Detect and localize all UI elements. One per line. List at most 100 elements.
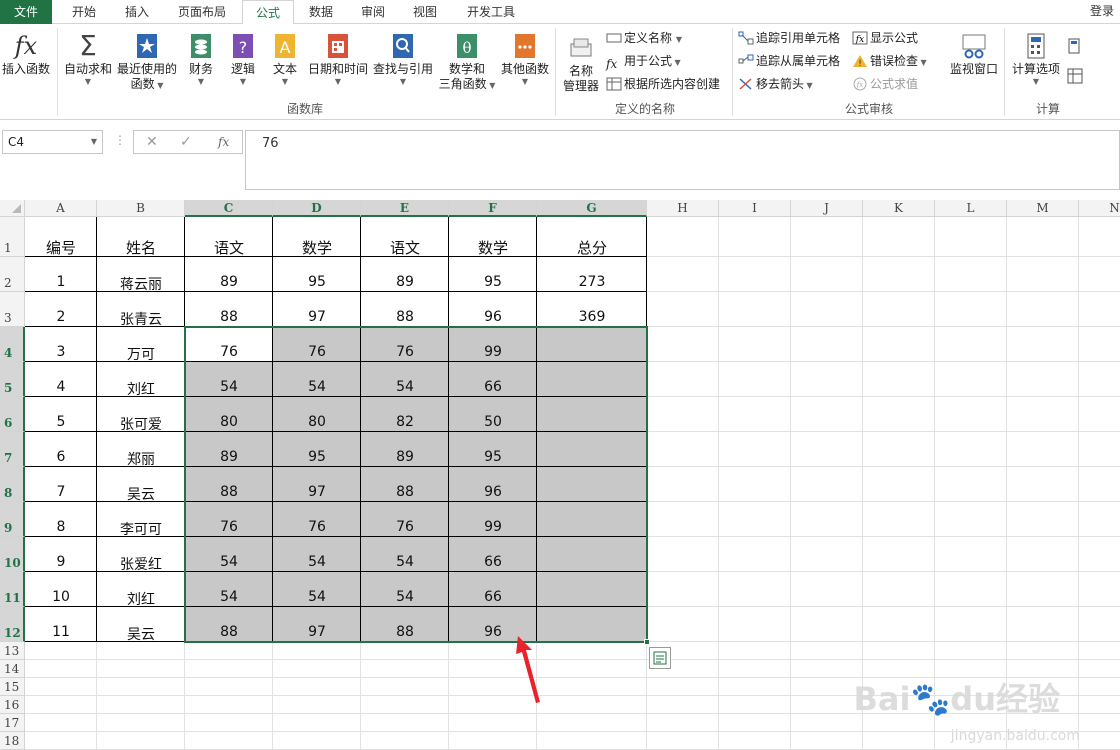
- column-header-d[interactable]: D: [273, 200, 361, 217]
- name-box[interactable]: C4 ▼: [2, 130, 103, 154]
- table-cell[interactable]: 吴云: [97, 484, 185, 504]
- other-functions-button[interactable]: 其他函数 ▼: [498, 32, 552, 86]
- table-cell[interactable]: 刘红: [97, 379, 185, 399]
- row-header-6[interactable]: 6: [0, 397, 25, 432]
- row-header-11[interactable]: 11: [0, 572, 25, 607]
- tab-view[interactable]: 视图: [402, 0, 448, 24]
- row-header-3[interactable]: 3: [0, 292, 25, 327]
- tab-formulas[interactable]: 公式: [242, 0, 294, 25]
- row-header-1[interactable]: 1: [0, 217, 25, 257]
- autosum-button[interactable]: Σ 自动求和 ▼: [62, 32, 114, 87]
- table-cell[interactable]: 8: [25, 519, 97, 535]
- column-header-n[interactable]: N: [1079, 200, 1120, 217]
- column-header-l[interactable]: L: [935, 200, 1007, 217]
- row-header-2[interactable]: 2: [0, 257, 25, 292]
- table-cell[interactable]: 369: [537, 309, 647, 325]
- row-header-4[interactable]: 4: [0, 327, 25, 362]
- name-manager-button[interactable]: 名称 管理器: [560, 34, 602, 94]
- table-cell[interactable]: 96: [449, 309, 537, 325]
- table-header-cell[interactable]: 数学: [273, 237, 361, 258]
- remove-arrows-button[interactable]: 移去箭头 ▼: [738, 74, 813, 94]
- table-header-cell[interactable]: 姓名: [97, 237, 185, 258]
- row-header-16[interactable]: 16: [0, 696, 25, 714]
- use-in-formula-button[interactable]: fx 用于公式 ▼: [606, 51, 681, 71]
- table-cell[interactable]: 刘红: [97, 589, 185, 609]
- row-header-10[interactable]: 10: [0, 537, 25, 572]
- column-header-m[interactable]: M: [1007, 200, 1079, 217]
- cancel-icon[interactable]: ✕: [146, 134, 158, 150]
- table-cell[interactable]: 4: [25, 379, 97, 395]
- table-cell[interactable]: 张青云: [97, 309, 185, 329]
- table-cell[interactable]: 郑丽: [97, 449, 185, 469]
- lookup-button[interactable]: 查找与引用 ▼: [372, 32, 434, 86]
- text-button[interactable]: A 文本 ▼: [266, 32, 304, 86]
- table-header-cell[interactable]: 数学: [449, 237, 537, 258]
- column-header-h[interactable]: H: [647, 200, 719, 217]
- table-cell[interactable]: 89: [185, 274, 273, 290]
- trace-precedents-button[interactable]: 追踪引用单元格: [738, 28, 840, 48]
- tab-file[interactable]: 文件: [0, 0, 52, 24]
- error-checking-button[interactable]: ! 错误检查 ▼: [852, 51, 927, 71]
- quick-analysis-icon[interactable]: [649, 647, 671, 669]
- table-header-cell[interactable]: 语文: [185, 237, 273, 258]
- table-cell[interactable]: 95: [273, 274, 361, 290]
- create-from-selection-button[interactable]: 根据所选内容创建: [606, 74, 720, 94]
- evaluate-formula-button[interactable]: fx 公式求值: [852, 74, 918, 94]
- column-header-a[interactable]: A: [25, 200, 97, 217]
- column-header-i[interactable]: I: [719, 200, 791, 217]
- define-name-button[interactable]: 定义名称 ▼: [606, 28, 682, 48]
- table-cell[interactable]: 5: [25, 414, 97, 430]
- column-header-f[interactable]: F: [449, 200, 537, 217]
- select-all-corner[interactable]: [0, 200, 25, 217]
- column-header-e[interactable]: E: [361, 200, 449, 217]
- column-header-k[interactable]: K: [863, 200, 935, 217]
- table-cell[interactable]: 9: [25, 554, 97, 570]
- row-header-17[interactable]: 17: [0, 714, 25, 732]
- table-cell[interactable]: 蒋云丽: [97, 274, 185, 294]
- table-cell[interactable]: 吴云: [97, 624, 185, 644]
- table-cell[interactable]: 张可爱: [97, 414, 185, 434]
- enter-check-icon[interactable]: ✓: [180, 134, 192, 150]
- row-header-13[interactable]: 13: [0, 642, 25, 660]
- formula-input[interactable]: 76: [245, 130, 1120, 190]
- datetime-button[interactable]: 日期和时间 ▼: [306, 32, 370, 86]
- column-header-c[interactable]: C: [185, 200, 273, 217]
- table-cell[interactable]: 273: [537, 274, 647, 290]
- fill-handle[interactable]: [644, 639, 650, 645]
- calc-options-button[interactable]: 计算选项 ▼: [1008, 32, 1064, 86]
- column-header-g[interactable]: G: [537, 200, 647, 217]
- table-header-cell[interactable]: 编号: [25, 237, 97, 258]
- trace-dependents-button[interactable]: 追踪从属单元格: [738, 51, 840, 71]
- table-cell[interactable]: 97: [273, 309, 361, 325]
- table-header-cell[interactable]: 语文: [361, 237, 449, 258]
- row-header-5[interactable]: 5: [0, 362, 25, 397]
- row-header-9[interactable]: 9: [0, 502, 25, 537]
- table-cell[interactable]: 88: [361, 309, 449, 325]
- row-header-15[interactable]: 15: [0, 678, 25, 696]
- calculate-sheet-icon[interactable]: [1067, 68, 1083, 84]
- table-cell[interactable]: 10: [25, 589, 97, 605]
- chevron-down-icon[interactable]: ▼: [91, 131, 97, 153]
- table-header-cell[interactable]: 总分: [537, 237, 647, 258]
- table-cell[interactable]: 2: [25, 309, 97, 325]
- logic-button[interactable]: ? 逻辑 ▼: [224, 32, 262, 86]
- table-cell[interactable]: 张爱红: [97, 554, 185, 574]
- table-cell[interactable]: 万可: [97, 344, 185, 364]
- table-cell[interactable]: 7: [25, 484, 97, 500]
- row-header-12[interactable]: 12: [0, 607, 25, 642]
- row-header-8[interactable]: 8: [0, 467, 25, 502]
- table-cell[interactable]: 3: [25, 344, 97, 360]
- table-cell[interactable]: 88: [185, 309, 273, 325]
- worksheet-grid[interactable]: A B C D E F G H I J K L M N 1 2 3 4 5 6 7 8 9 10 11 12 13 14 15 16 17 1…: [0, 200, 1120, 750]
- tab-data[interactable]: 数据: [298, 0, 344, 24]
- row-header-14[interactable]: 14: [0, 660, 25, 678]
- tab-review[interactable]: 审阅: [350, 0, 396, 24]
- tab-home[interactable]: 开始: [58, 0, 110, 24]
- row-header-7[interactable]: 7: [0, 432, 25, 467]
- tab-insert[interactable]: 插入: [112, 0, 162, 24]
- math-button[interactable]: θ 数学和 三角函数 ▼: [436, 32, 498, 93]
- show-formulas-button[interactable]: fx 显示公式: [852, 28, 918, 48]
- row-header-18[interactable]: 18: [0, 732, 25, 750]
- login-link[interactable]: 登录: [1090, 0, 1114, 22]
- calculate-now-icon[interactable]: [1067, 38, 1081, 54]
